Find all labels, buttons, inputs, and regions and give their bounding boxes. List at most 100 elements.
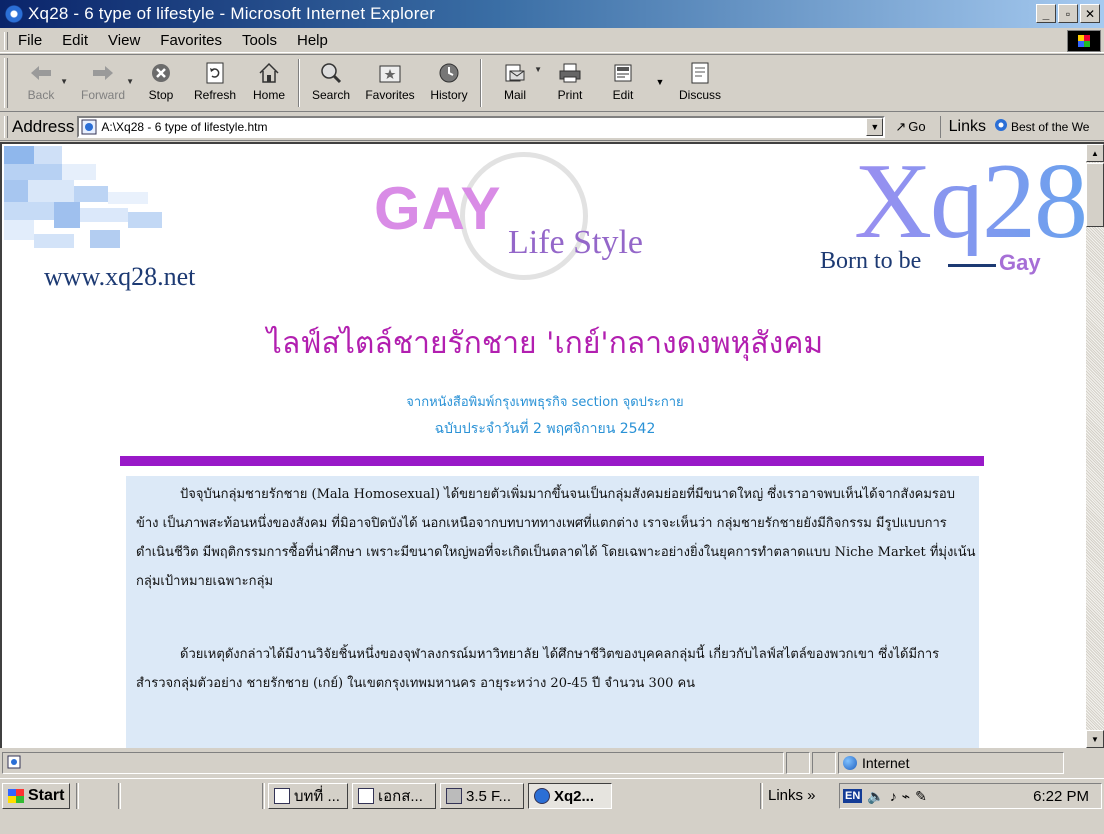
search-button[interactable]: Search	[304, 55, 358, 111]
print-label: Print	[557, 88, 583, 102]
refresh-icon	[203, 61, 227, 85]
taskbar-divider	[76, 783, 79, 809]
edit-label: Edit	[612, 88, 634, 102]
language-indicator[interactable]: EN	[843, 789, 863, 803]
history-button[interactable]: History	[422, 55, 476, 111]
task-label: 3.5 F...	[466, 787, 512, 805]
logo-gay-text: GAY	[374, 175, 502, 242]
status-lock-pane	[812, 752, 836, 774]
clock: 6:22 PM	[1033, 787, 1089, 805]
volume-icon[interactable]: 🔈	[867, 788, 884, 805]
go-button[interactable]: ↗ Go	[895, 119, 925, 135]
menu-view[interactable]: View	[98, 32, 150, 49]
task-word-doc-1[interactable]: บทที่ ...	[268, 783, 348, 809]
task-floppy[interactable]: 3.5 F...	[440, 783, 524, 809]
print-button[interactable]: Print	[544, 55, 596, 111]
task-label: เอกส...	[378, 788, 423, 805]
close-button[interactable]: ✕	[1080, 4, 1100, 23]
site-url: www.xq28.net	[44, 262, 196, 291]
toolbar-grip[interactable]	[4, 58, 8, 108]
links-toolbar: Links Best of the We	[939, 115, 1090, 138]
status-text-pane	[2, 752, 784, 774]
standard-toolbar: Back ▼ Forward ▼ Stop Refresh Home Searc…	[0, 54, 1104, 112]
vertical-scrollbar[interactable]: ▲ ▼	[1086, 144, 1104, 748]
mail-button[interactable]: Mail ▼	[486, 55, 544, 111]
network-tray-icon[interactable]: ⌁	[902, 788, 910, 805]
word-doc-icon	[274, 788, 290, 804]
word-doc-icon	[358, 788, 374, 804]
menu-help[interactable]: Help	[287, 32, 338, 49]
taskbar-divider	[118, 783, 121, 809]
task-label: Xq2...	[554, 787, 595, 805]
links-label[interactable]: Links	[949, 118, 986, 136]
search-label: Search	[311, 88, 351, 102]
home-icon	[257, 61, 281, 85]
scroll-up-button[interactable]: ▲	[1086, 144, 1104, 162]
stop-icon	[149, 61, 173, 85]
ie-icon	[5, 5, 23, 23]
forward-dropdown-icon[interactable]: ▼	[126, 77, 134, 86]
floppy-drive-icon	[446, 788, 462, 804]
logo-gay-small: Gay	[999, 250, 1041, 275]
article-body: ปัจจุบันกลุ่มชายรักชาย (Mala Homosexual)…	[126, 476, 979, 748]
logo-dash-decoration	[948, 264, 996, 267]
back-dropdown-icon[interactable]: ▼	[60, 77, 68, 86]
scroll-down-button[interactable]: ▼	[1086, 730, 1104, 748]
favorites-button[interactable]: Favorites	[358, 55, 422, 111]
music-tray-icon[interactable]: ♪	[890, 788, 897, 804]
menu-tools[interactable]: Tools	[232, 32, 287, 49]
edit-dropdown[interactable]: ▼	[650, 55, 670, 111]
article-paragraph-1-text: ปัจจุบันกลุ่มชายรักชาย (Mala Homosexual)…	[136, 487, 976, 589]
windows-logo-icon	[8, 789, 24, 803]
edit-button[interactable]: Edit	[596, 55, 650, 111]
mail-dropdown-icon[interactable]: ▼	[534, 65, 542, 74]
title-bar[interactable]: Xq28 - 6 type of lifestyle - Microsoft I…	[0, 0, 1104, 28]
refresh-button[interactable]: Refresh	[186, 55, 244, 111]
task-label: บทที่ ...	[294, 788, 340, 805]
stop-button[interactable]: Stop	[136, 55, 186, 111]
status-progress-pane	[786, 752, 810, 774]
start-button[interactable]: Start	[2, 783, 70, 809]
toolbar-separator	[480, 59, 482, 107]
stop-label: Stop	[148, 88, 174, 102]
task-internet-explorer[interactable]: Xq2...	[528, 783, 612, 809]
address-label: Address	[12, 116, 75, 136]
address-dropdown-icon[interactable]: ▼	[866, 117, 884, 136]
address-bar: Address A:\Xq28 - 6 type of lifestyle.ht…	[0, 113, 1104, 141]
home-button[interactable]: Home	[244, 55, 294, 111]
menu-favorites[interactable]: Favorites	[150, 32, 232, 49]
task-word-doc-2[interactable]: เอกส...	[352, 783, 436, 809]
link-best-of-web[interactable]: Best of the We	[994, 118, 1090, 135]
address-grip[interactable]	[4, 115, 8, 138]
menu-edit[interactable]: Edit	[52, 32, 98, 49]
menu-file[interactable]: File	[8, 32, 52, 49]
scroll-thumb[interactable]	[1086, 163, 1104, 227]
forward-label: Forward	[80, 88, 125, 102]
article-date: ฉบับประจำวันที่ 2 พฤศจิกายน 2542	[434, 421, 656, 437]
back-button[interactable]: Back ▼	[12, 55, 70, 111]
minimize-button[interactable]: _	[1036, 4, 1056, 23]
mail-label: Mail	[503, 88, 526, 102]
taskbar-links-toolbar[interactable]: Links »	[768, 787, 816, 804]
taskbar: Start บทที่ ... เอกส... 3.5 F... Xq2... …	[0, 778, 1104, 834]
article-paragraph-1: ปัจจุบันกลุ่มชายรักชาย (Mala Homosexual)…	[136, 480, 976, 596]
article-headline: ไลฟ์สไตล์ชายรักชาย 'เกย์'กลางดงพหุสังคม	[266, 326, 824, 361]
link-best-of-web-label: Best of the We	[1010, 119, 1090, 134]
address-input[interactable]: A:\Xq28 - 6 type of lifestyle.htm ▼	[77, 115, 886, 138]
headline-divider	[120, 456, 984, 466]
toolbar-separator	[298, 59, 300, 107]
page-icon	[81, 119, 97, 135]
mail-icon	[503, 61, 527, 85]
internet-globe-icon	[843, 756, 857, 770]
history-icon	[437, 61, 461, 85]
logo-lifestyle-text: Life Style	[508, 224, 644, 261]
maximize-button[interactable]: ▫	[1058, 4, 1078, 23]
address-url[interactable]: A:\Xq28 - 6 type of lifestyle.htm	[101, 120, 267, 134]
forward-button[interactable]: Forward ▼	[70, 55, 136, 111]
discuss-button[interactable]: Discuss	[670, 55, 730, 111]
edit-icon	[611, 61, 635, 85]
banner-mosaic-decoration	[4, 146, 174, 256]
start-label: Start	[28, 787, 65, 804]
pen-tray-icon[interactable]: ✎	[915, 788, 927, 805]
window-controls: _ ▫ ✕	[1036, 4, 1100, 23]
